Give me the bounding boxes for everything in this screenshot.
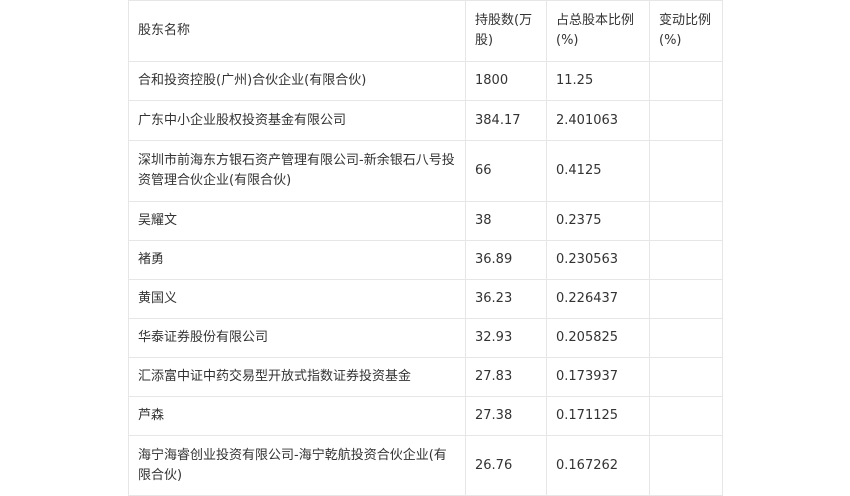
cell-change — [649, 396, 723, 436]
cell-name: 褚勇 — [128, 240, 466, 280]
cell-name: 华泰证券股份有限公司 — [128, 318, 466, 358]
cell-name: 汇添富中证中药交易型开放式指数证券投资基金 — [128, 357, 466, 397]
cell-ratio: 0.167262 — [546, 435, 650, 496]
cell-change — [649, 318, 723, 358]
cell-name: 合和投资控股(广州)合伙企业(有限合伙) — [128, 61, 466, 101]
cell-shares: 38 — [465, 201, 547, 241]
cell-ratio: 0.205825 — [546, 318, 650, 358]
cell-shares: 1800 — [465, 61, 547, 101]
table-row: 广东中小企业股权投资基金有限公司 384.17 2.401063 — [128, 100, 723, 141]
shareholder-table-container: 股东名称 持股数(万股) 占总股本比例(%) 变动比例(%) 合和投资控股(广州… — [128, 0, 723, 496]
table-row: 芦森 27.38 0.171125 — [128, 396, 723, 436]
cell-ratio: 2.401063 — [546, 100, 650, 141]
header-shareholder-name: 股东名称 — [128, 0, 466, 62]
cell-change — [649, 279, 723, 319]
cell-change — [649, 100, 723, 141]
cell-ratio: 0.173937 — [546, 357, 650, 397]
cell-shares: 36.89 — [465, 240, 547, 280]
cell-change — [649, 435, 723, 496]
table-row: 华泰证券股份有限公司 32.93 0.205825 — [128, 318, 723, 358]
cell-shares: 36.23 — [465, 279, 547, 319]
cell-shares: 27.83 — [465, 357, 547, 397]
table-row: 汇添富中证中药交易型开放式指数证券投资基金 27.83 0.173937 — [128, 357, 723, 397]
table-header-row: 股东名称 持股数(万股) 占总股本比例(%) 变动比例(%) — [128, 0, 723, 62]
cell-ratio: 0.4125 — [546, 140, 650, 202]
cell-change — [649, 240, 723, 280]
cell-change — [649, 61, 723, 101]
cell-name: 海宁海睿创业投资有限公司-海宁乾航投资合伙企业(有限合伙) — [128, 435, 466, 496]
table-row: 合和投资控股(广州)合伙企业(有限合伙) 1800 11.25 — [128, 61, 723, 101]
cell-name: 黄国义 — [128, 279, 466, 319]
table-row: 吴耀文 38 0.2375 — [128, 201, 723, 241]
header-change: 变动比例(%) — [649, 0, 723, 62]
cell-shares: 32.93 — [465, 318, 547, 358]
cell-shares: 26.76 — [465, 435, 547, 496]
cell-ratio: 0.226437 — [546, 279, 650, 319]
header-shares: 持股数(万股) — [465, 0, 547, 62]
table-row: 黄国义 36.23 0.226437 — [128, 279, 723, 319]
cell-change — [649, 357, 723, 397]
cell-ratio: 11.25 — [546, 61, 650, 101]
cell-shares: 66 — [465, 140, 547, 202]
cell-shares: 27.38 — [465, 396, 547, 436]
cell-change — [649, 201, 723, 241]
cell-name: 芦森 — [128, 396, 466, 436]
cell-name: 吴耀文 — [128, 201, 466, 241]
table-row: 海宁海睿创业投资有限公司-海宁乾航投资合伙企业(有限合伙) 26.76 0.16… — [128, 435, 723, 496]
cell-name: 广东中小企业股权投资基金有限公司 — [128, 100, 466, 141]
cell-ratio: 0.2375 — [546, 201, 650, 241]
cell-ratio: 0.230563 — [546, 240, 650, 280]
cell-ratio: 0.171125 — [546, 396, 650, 436]
header-ratio: 占总股本比例(%) — [546, 0, 650, 62]
table-row: 深圳市前海东方银石资产管理有限公司-新余银石八号投资管理合伙企业(有限合伙) 6… — [128, 140, 723, 202]
cell-name: 深圳市前海东方银石资产管理有限公司-新余银石八号投资管理合伙企业(有限合伙) — [128, 140, 466, 202]
shareholder-table: 股东名称 持股数(万股) 占总股本比例(%) 变动比例(%) 合和投资控股(广州… — [128, 0, 723, 496]
table-row: 褚勇 36.89 0.230563 — [128, 240, 723, 280]
cell-shares: 384.17 — [465, 100, 547, 141]
cell-change — [649, 140, 723, 202]
